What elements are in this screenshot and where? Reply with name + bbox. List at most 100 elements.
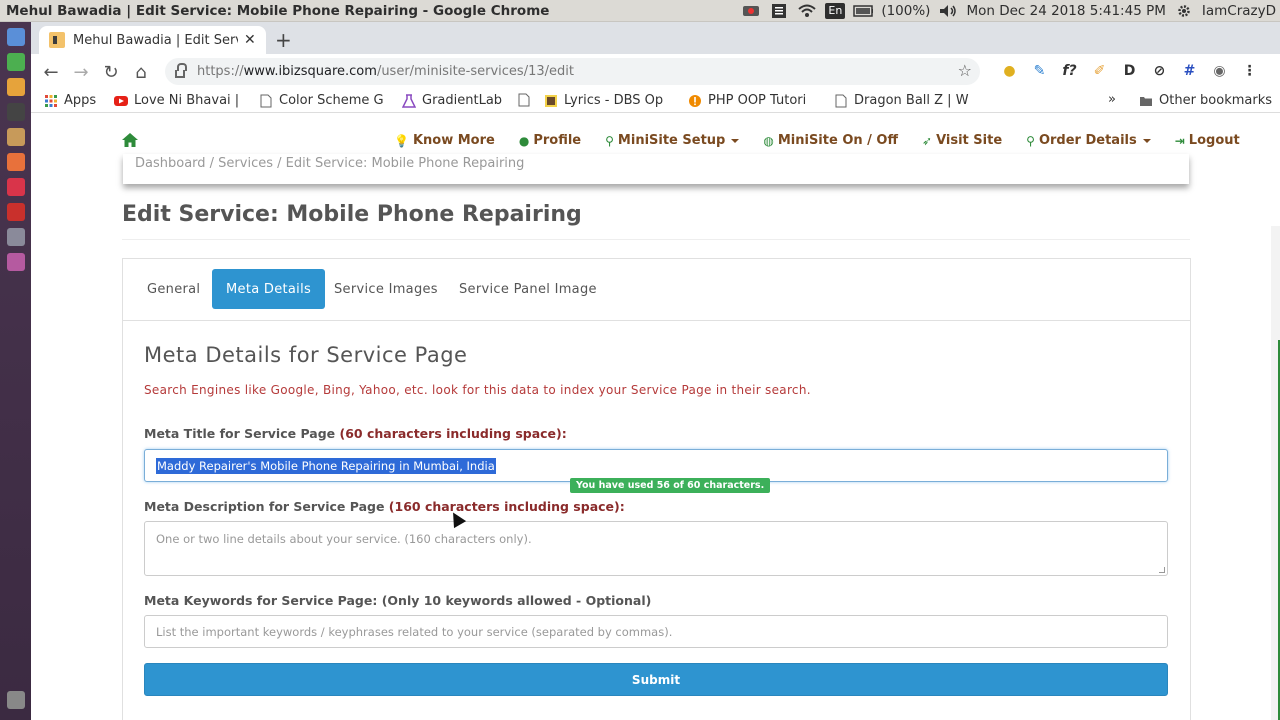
resize-handle-icon[interactable] bbox=[1159, 567, 1165, 573]
bookmark-love-ni-bhavai[interactable]: Love Ni Bhavai | bbox=[114, 93, 239, 108]
launcher-trash-icon[interactable] bbox=[6, 691, 25, 709]
tab-service-panel-image[interactable]: Service Panel Image bbox=[445, 269, 611, 309]
tab-service-images[interactable]: Service Images bbox=[320, 269, 452, 309]
browser-tab-strip: Mehul Bawadia | Edit Serv ✕ + bbox=[31, 22, 1280, 54]
nav-profile[interactable]: ● Profile bbox=[519, 133, 581, 148]
info-icon bbox=[689, 94, 701, 107]
nav-label: Logout bbox=[1188, 133, 1240, 148]
folder-icon bbox=[1140, 96, 1152, 106]
system-tray: En (100%) Mon Dec 24 2018 5:41:45 PM Iam… bbox=[741, 0, 1280, 22]
extension-block-icon[interactable]: ⊘ bbox=[1149, 60, 1170, 81]
clock[interactable]: Mon Dec 24 2018 5:41:45 PM bbox=[966, 3, 1165, 19]
wifi-icon[interactable] bbox=[797, 3, 817, 19]
other-bookmarks[interactable]: Other bookmarks bbox=[1139, 93, 1272, 108]
launcher-app-icon[interactable] bbox=[6, 253, 25, 271]
forward-icon[interactable]: → bbox=[69, 60, 93, 84]
bookmark-star-icon[interactable]: ☆ bbox=[958, 61, 972, 80]
browser-toolbar: ← → ↻ ⌂ https://www.ibizsquare.com/user/… bbox=[31, 54, 1280, 89]
nav-minisite-setup[interactable]: ⚲ MiniSite Setup bbox=[605, 133, 740, 148]
lyrics-icon bbox=[545, 94, 557, 107]
record-icon[interactable] bbox=[741, 3, 761, 19]
page-title: Edit Service: Mobile Phone Repairing bbox=[122, 202, 582, 227]
url-protocol: https:// bbox=[197, 64, 244, 79]
bookmark-label: Color Scheme G bbox=[279, 93, 384, 108]
tab-meta-details[interactable]: Meta Details bbox=[212, 269, 326, 309]
launcher-sidebar bbox=[0, 22, 31, 720]
extension-grid-icon[interactable]: # bbox=[1179, 60, 1200, 81]
submit-button[interactable]: Submit bbox=[144, 663, 1168, 696]
user-name[interactable]: IamCrazyD bbox=[1202, 3, 1276, 19]
youtube-icon bbox=[114, 95, 128, 106]
url-path: /user/minisite-services/13/edit bbox=[376, 64, 574, 79]
extension-eyedropper-icon[interactable]: ✎ bbox=[1029, 60, 1050, 81]
home-browser-icon[interactable]: ⌂ bbox=[129, 60, 153, 84]
launcher-opera-icon[interactable] bbox=[6, 178, 25, 196]
keyboard-layout-indicator[interactable]: En bbox=[825, 3, 846, 19]
meta-title-requirement: (60 characters including space): bbox=[339, 426, 567, 441]
launcher-chrome-icon[interactable] bbox=[6, 53, 25, 71]
launcher-tools-icon[interactable] bbox=[6, 228, 25, 246]
meta-description-label: Meta Description for Service Page (160 c… bbox=[144, 499, 625, 514]
battery-percent: (100%) bbox=[881, 3, 931, 19]
extension-d-icon[interactable]: D bbox=[1119, 60, 1140, 81]
page-scrollbar[interactable] bbox=[1271, 226, 1280, 720]
bookmark-untitled[interactable] bbox=[517, 93, 537, 107]
bookmark-label: Apps bbox=[64, 93, 97, 108]
nav-order-details[interactable]: ⚲ Order Details bbox=[1026, 133, 1151, 148]
launcher-dash-icon[interactable] bbox=[6, 28, 25, 46]
breadcrumb[interactable]: Dashboard / Services / Edit Service: Mob… bbox=[135, 156, 524, 171]
launcher-terminal-icon[interactable] bbox=[6, 103, 25, 121]
bookmark-color-scheme[interactable]: Color Scheme G bbox=[259, 93, 384, 108]
settings-gear-icon[interactable] bbox=[1174, 3, 1194, 19]
nav-minisite-on-off[interactable]: ◍ MiniSite On / Off bbox=[763, 133, 898, 148]
meta-title-value: Maddy Repairer's Mobile Phone Repairing … bbox=[156, 457, 496, 474]
reload-icon[interactable]: ↻ bbox=[99, 60, 123, 84]
meta-description-placeholder: One or two line details about your servi… bbox=[156, 532, 532, 546]
bookmark-php-oop[interactable]: PHP OOP Tutori bbox=[688, 93, 806, 108]
nav-logout[interactable]: ⇥ Logout bbox=[1175, 133, 1240, 148]
bookmark-apps[interactable]: Apps bbox=[44, 93, 96, 108]
nav-label: Visit Site bbox=[936, 133, 1003, 148]
nav-label: Profile bbox=[533, 133, 582, 148]
volume-icon[interactable] bbox=[938, 3, 958, 19]
address-bar[interactable]: https://www.ibizsquare.com/user/minisite… bbox=[165, 58, 980, 85]
breadcrumb-bar: Dashboard / Services / Edit Service: Mob… bbox=[123, 154, 1189, 184]
meta-keywords-label: Meta Keywords for Service Page: (Only 10… bbox=[144, 593, 652, 608]
lock-icon[interactable] bbox=[175, 62, 187, 78]
launcher-firefox-icon[interactable] bbox=[6, 153, 25, 171]
extension-lightbulb-icon[interactable]: ● bbox=[999, 60, 1020, 81]
lightbulb-icon: 💡 bbox=[394, 133, 409, 148]
nav-visit-site[interactable]: ➶ Visit Site bbox=[922, 133, 1002, 148]
new-tab-icon[interactable]: + bbox=[275, 28, 292, 52]
meta-title-label-text: Meta Title for Service Page bbox=[144, 426, 340, 441]
launcher-files-icon[interactable] bbox=[6, 78, 25, 96]
launcher-archive-icon[interactable] bbox=[6, 128, 25, 146]
bookmark-label: GradientLab bbox=[422, 93, 503, 108]
browser-tab[interactable]: Mehul Bawadia | Edit Serv ✕ bbox=[39, 26, 266, 54]
bookmark-lyrics-dbs[interactable]: Lyrics - DBS Op bbox=[544, 93, 663, 108]
section-note: Search Engines like Google, Bing, Yahoo,… bbox=[144, 383, 811, 397]
back-icon[interactable]: ← bbox=[39, 60, 63, 84]
logout-icon: ⇥ bbox=[1174, 133, 1185, 148]
bookmark-label: PHP OOP Tutori bbox=[708, 93, 807, 108]
meta-keywords-input[interactable]: List the important keywords / keyphrases… bbox=[144, 615, 1168, 648]
battery-icon[interactable] bbox=[853, 3, 874, 19]
extension-fx-icon[interactable]: f? bbox=[1059, 60, 1080, 81]
bookmark-gradientlab[interactable]: GradientLab bbox=[402, 93, 502, 108]
bookmark-dragon-ball[interactable]: Dragon Ball Z | W bbox=[834, 93, 969, 108]
notes-icon[interactable] bbox=[769, 3, 789, 19]
launcher-filezilla-icon[interactable] bbox=[6, 203, 25, 221]
section-title: Meta Details for Service Page bbox=[144, 343, 468, 367]
extension-note-icon[interactable]: ✐ bbox=[1089, 60, 1110, 81]
tab-close-icon[interactable]: ✕ bbox=[244, 32, 256, 48]
user-icon: ● bbox=[518, 133, 530, 148]
browser-menu-icon[interactable]: ⋮ bbox=[1239, 60, 1260, 81]
meta-description-textarea[interactable]: One or two line details about your servi… bbox=[144, 521, 1168, 576]
favicon-icon bbox=[49, 32, 65, 48]
tab-general[interactable]: General bbox=[133, 269, 214, 309]
bookmark-label: Dragon Ball Z | W bbox=[854, 93, 969, 108]
nav-know-more[interactable]: 💡 Know More bbox=[394, 133, 495, 148]
more-bookmarks-icon[interactable]: » bbox=[1108, 92, 1116, 107]
profile-avatar-icon[interactable]: ◉ bbox=[1209, 60, 1230, 81]
home-icon[interactable] bbox=[122, 133, 138, 147]
